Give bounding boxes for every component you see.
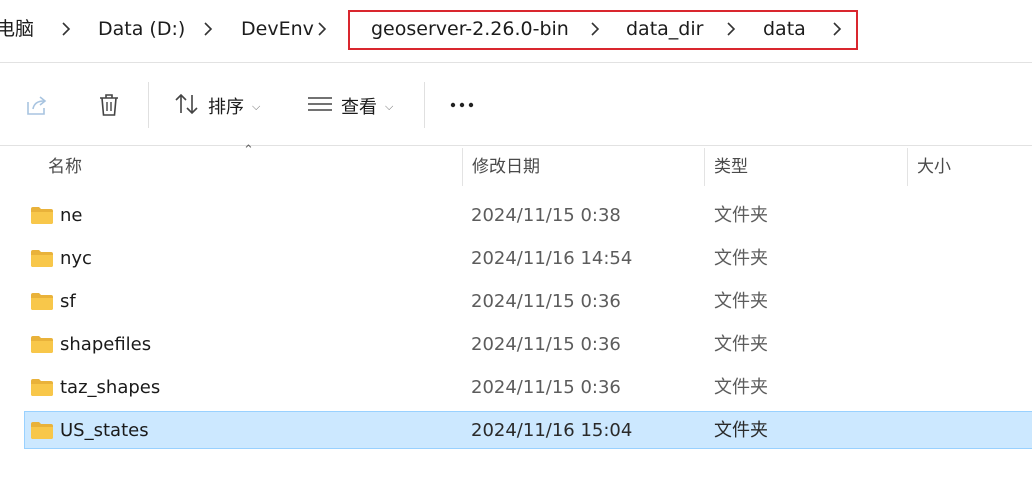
column-header-type[interactable]: 类型 (714, 148, 748, 186)
column-divider[interactable] (462, 148, 463, 186)
folder-icon (31, 379, 53, 396)
file-type: 文件夹 (714, 291, 768, 312)
file-name: US_states (60, 420, 149, 441)
list-item[interactable]: taz_shapes 2024/11/15 0:36 文件夹 (24, 369, 1032, 406)
breadcrumb-item-devenv[interactable]: DevEnv (241, 0, 314, 58)
list-item[interactable]: nyc 2024/11/16 14:54 文件夹 (24, 240, 1032, 277)
share-icon (24, 92, 50, 122)
more-options-button[interactable] (449, 92, 475, 122)
file-name: sf (60, 291, 76, 312)
file-name: shapefiles (60, 334, 152, 355)
file-type: 文件夹 (714, 205, 768, 226)
column-divider[interactable] (704, 148, 705, 186)
list-item[interactable]: sf 2024/11/15 0:36 文件夹 (24, 283, 1032, 320)
toolbar-divider (148, 82, 149, 128)
file-name: taz_shapes (60, 377, 161, 398)
breadcrumb-item-data-drive[interactable]: Data (D:) (98, 0, 185, 58)
toolbar-divider (424, 82, 425, 128)
list-item[interactable]: ne 2024/11/15 0:38 文件夹 (24, 197, 1032, 234)
file-type: 文件夹 (714, 377, 768, 398)
chevron-down-icon: ⌵ (385, 100, 394, 113)
chevron-right-icon[interactable] (314, 21, 330, 37)
delete-button[interactable] (96, 92, 122, 122)
divider (0, 62, 1032, 63)
sort-label: 排序 (208, 97, 244, 118)
file-date: 2024/11/16 14:54 (471, 248, 633, 269)
folder-icon (31, 422, 53, 439)
folder-icon (31, 293, 53, 310)
view-button[interactable]: 查看 ⌵ (307, 92, 393, 120)
file-date: 2024/11/16 15:04 (471, 420, 633, 441)
file-type: 文件夹 (714, 420, 768, 441)
list-item[interactable]: shapefiles 2024/11/15 0:36 文件夹 (24, 326, 1032, 363)
file-date: 2024/11/15 0:36 (471, 377, 621, 398)
column-header-size[interactable]: 大小 (917, 148, 951, 186)
chevron-right-icon[interactable] (200, 21, 216, 37)
folder-icon (31, 207, 53, 224)
share-button[interactable] (24, 92, 50, 122)
column-header-name[interactable]: 名称 (48, 148, 82, 186)
folder-icon (31, 250, 53, 267)
file-type: 文件夹 (714, 248, 768, 269)
divider (0, 145, 1032, 146)
sort-ascending-icon: ⌃ (243, 143, 254, 158)
sort-button[interactable]: 排序 ⌵ (174, 92, 260, 120)
column-divider[interactable] (907, 148, 908, 186)
list-item-selected[interactable]: US_states 2024/11/16 15:04 文件夹 (24, 411, 1032, 449)
trash-icon (96, 92, 122, 122)
sort-icon (174, 92, 200, 120)
chevron-down-icon: ⌵ (252, 100, 261, 113)
chevron-right-icon[interactable] (58, 21, 74, 37)
folder-icon (31, 336, 53, 353)
file-date: 2024/11/15 0:36 (471, 334, 621, 355)
view-lines-icon (307, 92, 333, 120)
more-dots-icon (449, 92, 475, 122)
file-type: 文件夹 (714, 334, 768, 355)
file-date: 2024/11/15 0:36 (471, 291, 621, 312)
file-name: nyc (60, 248, 92, 269)
view-label: 查看 (341, 97, 377, 118)
annotation-highlight-box (348, 10, 858, 50)
file-name: ne (60, 205, 83, 226)
column-header-date[interactable]: 修改日期 (472, 148, 540, 186)
breadcrumb-item-computer[interactable]: 电脑 (0, 0, 34, 58)
file-date: 2024/11/15 0:38 (471, 205, 621, 226)
